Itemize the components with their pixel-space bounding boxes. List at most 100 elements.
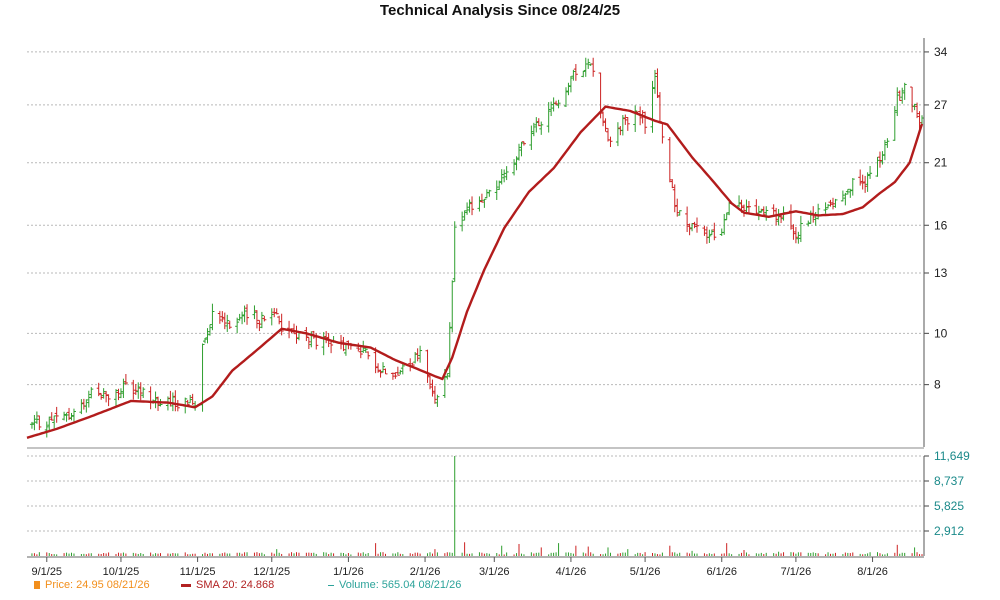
price-bar: [262, 315, 267, 322]
x-tick-label: 6/1/26: [706, 566, 737, 578]
price-bar: [573, 64, 578, 81]
price-bar: [427, 375, 432, 390]
price-bar: [435, 394, 440, 407]
price-bar: [608, 136, 613, 148]
price-bar: [519, 141, 524, 157]
price-bar: [89, 387, 94, 399]
price-bar: [754, 199, 759, 215]
price-bar: [321, 332, 326, 356]
price-bar: [395, 366, 400, 376]
price-bar: [170, 392, 175, 412]
price-bar: [430, 379, 435, 397]
price-bar: [487, 189, 492, 197]
price-bar: [54, 406, 59, 423]
price-bar: [477, 196, 482, 212]
volume-tick-label: 2,912: [934, 524, 964, 538]
price-bar: [259, 311, 264, 329]
price-bar: [568, 76, 573, 93]
price-bar: [114, 389, 119, 407]
price-bar: [581, 70, 586, 78]
price-bar: [704, 226, 709, 244]
sma-line-layer: [26, 105, 924, 439]
price-tick-label: 34: [934, 45, 948, 59]
price-bar: [702, 225, 707, 236]
price-tick-label: 21: [934, 156, 948, 170]
price-bar: [583, 57, 588, 77]
price-bar: [521, 141, 526, 146]
legend-price: Price: 24.95 08/21/26: [34, 579, 150, 591]
price-bar: [499, 169, 504, 185]
price-bar: [512, 159, 517, 176]
x-tick-label: 12/1/25: [253, 566, 290, 578]
price-bar: [850, 177, 855, 196]
legend-volume-label: Volume: 565.04 08/21/26: [339, 579, 462, 591]
price-bar: [366, 351, 371, 360]
price-bar: [882, 139, 887, 161]
price-bar: [623, 114, 628, 125]
price-bar: [104, 390, 109, 403]
volume-legend-icon: [328, 584, 334, 586]
price-bar: [546, 102, 551, 133]
price-bar: [494, 180, 499, 200]
price-bar: [563, 87, 568, 107]
price-bar: [877, 151, 882, 168]
price-bar: [615, 122, 620, 147]
price-bar: [479, 193, 484, 203]
price-bar: [254, 310, 259, 329]
price-bar: [188, 394, 193, 404]
price-bar: [106, 394, 111, 407]
price-bar: [502, 169, 507, 183]
x-tick-label: 10/1/25: [103, 566, 140, 578]
price-bar: [205, 328, 210, 344]
price-bar: [892, 106, 897, 141]
price-bar: [591, 57, 596, 77]
price-bar: [685, 206, 690, 233]
price-bar: [771, 204, 776, 215]
price-bar: [49, 412, 54, 421]
price-bar: [643, 111, 648, 134]
price-bar: [633, 105, 638, 133]
price-bar: [603, 118, 608, 132]
price-bar: [252, 305, 257, 320]
x-tick-label: 3/1/26: [479, 566, 510, 578]
price-bar: [173, 390, 178, 412]
x-tick-label: 2/1/26: [410, 566, 441, 578]
price-bar: [269, 308, 274, 326]
price-bar: [294, 325, 299, 344]
price-bar: [47, 416, 52, 431]
x-tick-label: 9/1/25: [31, 566, 62, 578]
price-bar: [900, 87, 905, 104]
price-bar: [707, 229, 712, 244]
price-bar: [245, 304, 250, 325]
price-bar: [690, 223, 695, 232]
price-bar: [465, 202, 470, 215]
axis-layer: 8 10 13 16 21 27 34 2,912 5,825 8,737 11,649 9/1/25…: [27, 38, 970, 578]
price-bar: [672, 184, 677, 213]
price-bar: [746, 200, 751, 213]
price-bar: [217, 310, 222, 324]
price-bar: [207, 324, 212, 336]
price-bar: [566, 82, 571, 96]
price-bar: [257, 319, 262, 332]
price-bar: [549, 101, 554, 117]
price-bar: [329, 341, 334, 354]
price-bar: [71, 408, 76, 422]
volume-tick-label: 11,649: [934, 449, 970, 463]
price-bar: [868, 165, 873, 179]
price-bar: [517, 143, 522, 161]
price-volume-chart: 8 10 13 16 21 27 34 2,912 5,825 8,737 11,649 9/1/25…: [26, 38, 970, 578]
price-bar: [240, 311, 245, 325]
price-bar: [722, 213, 727, 235]
price-bar: [865, 172, 870, 192]
price-tick-label: 16: [934, 218, 948, 232]
price-bar: [885, 138, 890, 148]
price-tick-label: 27: [934, 98, 948, 112]
price-tick-label: 8: [934, 378, 941, 392]
price-bar: [620, 115, 625, 136]
x-tick-label: 1/1/26: [333, 566, 364, 578]
price-bar: [764, 206, 769, 221]
price-bar: [84, 399, 89, 413]
price-bar: [432, 385, 437, 404]
price-bar: [64, 412, 69, 422]
price-bar: [625, 116, 630, 131]
